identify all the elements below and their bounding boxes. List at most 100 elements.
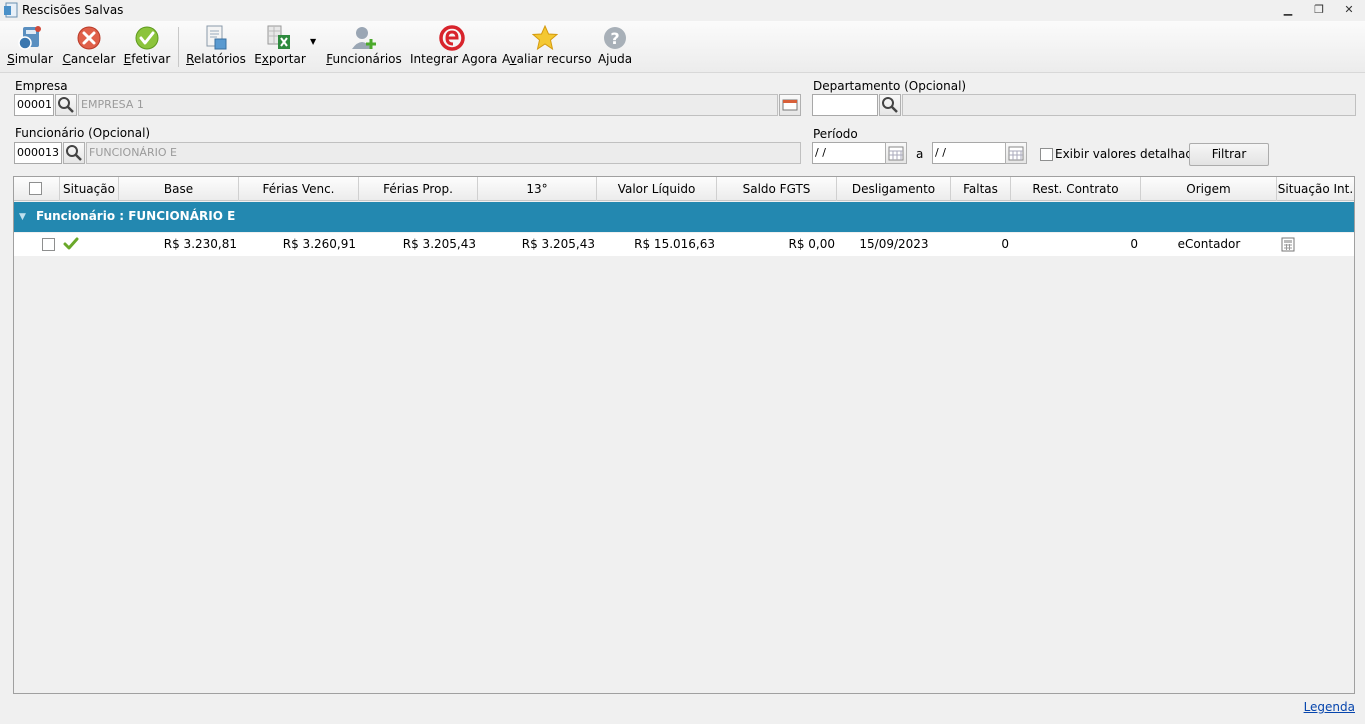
cancelar-button[interactable]: Cancelar	[62, 21, 116, 73]
col-ferias-prop[interactable]: Férias Prop.	[359, 177, 478, 201]
cell-origem: eContador	[1177, 237, 1241, 251]
funcionario-code-input[interactable]: 000013	[14, 142, 62, 164]
relatorios-mnemonic: R	[186, 52, 194, 66]
header-select-all	[14, 177, 60, 201]
collapse-chevron-icon[interactable]: ▼	[19, 212, 26, 222]
econtador-icon	[439, 25, 465, 51]
cell-saldo-fgts: R$ 0,00	[788, 237, 835, 251]
funcionarios-label: uncionários	[332, 52, 402, 66]
funcionario-name-field: FUNCIONÁRIO E	[86, 142, 801, 164]
star-icon	[532, 25, 558, 51]
table-row[interactable]: R$ 3.230,81 R$ 3.260,91 R$ 3.205,43 R$ 3…	[14, 233, 1354, 256]
periodo-start-calendar-button[interactable]	[885, 142, 907, 164]
cell-ferias-prop: R$ 3.205,43	[402, 237, 476, 251]
ajuda-button[interactable]: ? Ajuda	[596, 21, 634, 73]
periodo-label: Período	[813, 127, 858, 141]
select-all-checkbox[interactable]	[29, 182, 42, 195]
calendar-icon	[888, 146, 904, 161]
periodo-start-input[interactable]: / /	[812, 142, 886, 164]
row-checkbox[interactable]	[42, 238, 55, 251]
simular-mnemonic: S	[7, 52, 15, 66]
exportar-label: portar	[268, 52, 306, 66]
simular-label: imular	[14, 52, 53, 66]
search-icon	[66, 145, 82, 161]
col-origem[interactable]: Origem	[1141, 177, 1277, 201]
document-icon	[4, 2, 18, 18]
avaliar-mnemonic: v	[509, 52, 517, 66]
col-rest-contrato[interactable]: Rest. Contrato	[1011, 177, 1141, 201]
periodo-separator: a	[916, 147, 924, 161]
integrar-agora-button[interactable]: Integrar Agora	[410, 21, 498, 73]
grid-header: Situação Base Férias Venc. Férias Prop. …	[14, 177, 1354, 201]
calculator-icon[interactable]	[1281, 237, 1295, 252]
report-icon	[206, 25, 227, 50]
confirm-icon	[135, 26, 159, 50]
toolbar: Simular Cancelar Efetivar Relatórios Exp	[0, 21, 1365, 73]
periodo-end-input[interactable]: / /	[932, 142, 1006, 164]
cell-base: R$ 3.230,81	[163, 237, 237, 251]
col-desligamento[interactable]: Desligamento	[837, 177, 951, 201]
simulate-icon	[18, 26, 41, 50]
cancel-icon	[77, 26, 101, 50]
exportar-dropdown[interactable]: ▼	[309, 21, 319, 73]
minimize-button[interactable]: ▁	[1276, 2, 1300, 18]
periodo-end-calendar-button[interactable]	[1005, 142, 1027, 164]
exportar-button[interactable]: Exportar	[254, 21, 306, 73]
export-icon	[267, 25, 290, 49]
cell-rest-contrato: 0	[1130, 237, 1138, 251]
exibir-detalhados-checkbox[interactable]	[1040, 148, 1053, 161]
empresa-search-button[interactable]	[55, 94, 77, 116]
cancelar-mnemonic: C	[62, 52, 71, 66]
exportar-prefix: E	[254, 52, 262, 66]
col-situacao[interactable]: Situação	[60, 177, 119, 201]
group-label: Funcionário : FUNCIONÁRIO E	[36, 209, 236, 223]
legenda-link[interactable]: Legenda	[1304, 700, 1355, 714]
departamento-code-input[interactable]	[812, 94, 878, 116]
col-situacao-int[interactable]: Situação Int.	[1277, 177, 1354, 201]
svg-text:?: ?	[610, 29, 619, 48]
cancelar-label: ancelar	[70, 52, 116, 66]
exportar-mnemonic: x	[261, 52, 269, 66]
title-bar: Rescisões Salvas ▁ ❐ ✕	[0, 0, 1365, 21]
filtrar-button[interactable]: Filtrar	[1189, 143, 1269, 166]
col-ferias-venc[interactable]: Férias Venc.	[239, 177, 359, 201]
cell-valor-liquido: R$ 15.016,63	[634, 237, 715, 251]
exibir-detalhados-label: Exibir valores detalhados	[1055, 147, 1207, 161]
avaliar-prefix: A	[502, 52, 510, 66]
col-valor-liquido[interactable]: Valor Líquido	[597, 177, 717, 201]
efetivar-label: fetivar	[131, 52, 171, 66]
efetivar-button[interactable]: Efetivar	[122, 21, 172, 73]
empresa-name-field: EMPRESA 1	[78, 94, 778, 116]
help-icon: ?	[604, 27, 626, 49]
funcionarios-button[interactable]: Funcionários	[326, 21, 402, 73]
integrar-label: Integrar Agora	[410, 52, 498, 66]
cell-ferias-venc: R$ 3.260,91	[282, 237, 356, 251]
window-title: Rescisões Salvas	[22, 3, 124, 17]
relatorios-button[interactable]: Relatórios	[186, 21, 246, 73]
search-icon	[58, 97, 74, 113]
departamento-name-field	[902, 94, 1356, 116]
restore-button[interactable]: ❐	[1307, 2, 1331, 18]
empresa-picker-button[interactable]	[779, 94, 801, 116]
chevron-down-icon: ▼	[310, 37, 317, 46]
avaliar-recurso-button[interactable]: Avaliar recurso	[502, 21, 592, 73]
rescisoes-grid: Situação Base Férias Venc. Férias Prop. …	[13, 176, 1355, 694]
empresa-code-input[interactable]: 00001	[14, 94, 54, 116]
relatorios-label: elatórios	[193, 52, 246, 66]
group-row[interactable]: ▼ Funcionário : FUNCIONÁRIO E	[14, 202, 1354, 232]
funcionario-search-button[interactable]	[63, 142, 85, 164]
close-button[interactable]: ✕	[1337, 2, 1361, 18]
col-saldo-fgts[interactable]: Saldo FGTS	[717, 177, 837, 201]
departamento-label: Departamento (Opcional)	[813, 79, 967, 93]
simular-button[interactable]: Simular	[6, 21, 54, 73]
col-faltas[interactable]: Faltas	[951, 177, 1011, 201]
add-user-icon	[352, 27, 376, 49]
toolbar-separator	[178, 27, 179, 67]
departamento-search-button[interactable]	[879, 94, 901, 116]
cell-faltas: 0	[1001, 237, 1009, 251]
empresa-label: Empresa	[15, 79, 68, 93]
col-base[interactable]: Base	[119, 177, 239, 201]
col-decimo-terceiro[interactable]: 13°	[478, 177, 597, 201]
table-icon	[782, 99, 798, 111]
cell-decimo-terceiro: R$ 3.205,43	[521, 237, 595, 251]
